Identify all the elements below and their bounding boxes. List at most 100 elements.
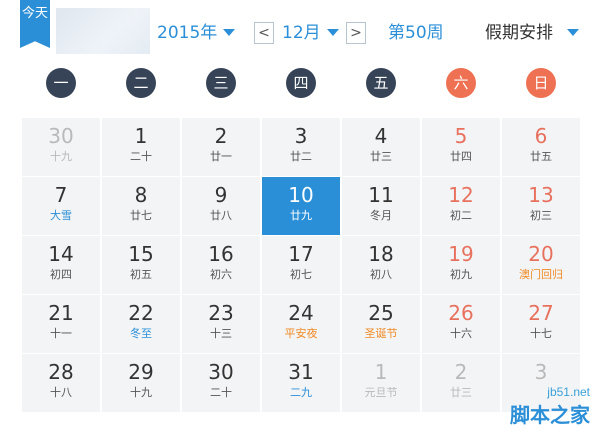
chevron-down-icon: [223, 28, 236, 36]
lunar-label: 廿二: [290, 150, 312, 163]
watermark-url: jb51.net: [547, 385, 590, 399]
day-cell[interactable]: 5 廿四: [422, 118, 500, 176]
lunar-label: 初二: [450, 209, 472, 222]
calendar-header: 今天 2015年 < 12月 > 第50周 假期安排: [0, 0, 600, 64]
day-number: 1: [374, 360, 388, 384]
lunar-label: 初九: [450, 268, 472, 281]
day-cell[interactable]: 31 二九: [262, 354, 340, 412]
day-number: 1: [134, 124, 148, 148]
day-cell[interactable]: 28 十八: [22, 354, 100, 412]
day-cell[interactable]: 24 平安夜: [262, 295, 340, 353]
day-cell[interactable]: 30 二十: [182, 354, 260, 412]
weekday-monday: 一: [46, 68, 76, 98]
day-number: 29: [128, 360, 154, 384]
month-selector[interactable]: 12月: [282, 22, 339, 44]
lunar-label: 十三: [210, 327, 232, 340]
day-number: 16: [208, 242, 234, 266]
day-number: 10: [288, 183, 314, 207]
month-label: 12月: [282, 23, 321, 43]
lunar-label: 十九: [130, 386, 152, 399]
lunar-label: 平安夜: [284, 327, 318, 340]
day-cell[interactable]: 20 澳门回归: [502, 236, 580, 294]
watermark-text: 脚本之家: [510, 403, 590, 427]
day-cell[interactable]: 18 初八: [342, 236, 420, 294]
lunar-label: 十六: [450, 327, 472, 340]
lunar-label: 初四: [50, 268, 72, 281]
day-cell[interactable]: 21 十一: [22, 295, 100, 353]
day-cell[interactable]: 23 十三: [182, 295, 260, 353]
day-cell[interactable]: 16 初六: [182, 236, 260, 294]
day-cell[interactable]: 17 初七: [262, 236, 340, 294]
lunar-label: 初七: [290, 268, 312, 281]
today-button[interactable]: 今天: [20, 0, 50, 48]
lunar-label: 澳门回归: [519, 268, 563, 281]
day-number: 8: [134, 183, 148, 207]
lunar-label: 初三: [530, 209, 552, 222]
weekday-wednesday: 三: [206, 68, 236, 98]
lunar-label: 圣诞节: [364, 327, 398, 340]
day-number: 21: [48, 301, 74, 325]
day-number: 2: [214, 124, 228, 148]
day-cell[interactable]: 14 初四: [22, 236, 100, 294]
day-number: 15: [128, 242, 154, 266]
day-cell[interactable]: 22 冬至: [102, 295, 180, 353]
lunar-label: 廿四: [450, 150, 472, 163]
lunar-label: 元旦节: [364, 386, 398, 399]
calendar-grid: 30 十九 1 二十 2 廿一 3 廿二 4 廿三 5 廿四 6 廿五 7 大雪 8 廿七 9 廿八 10 廿九 11 冬月 1…: [22, 118, 582, 414]
holiday-label: 假期安排: [485, 23, 553, 43]
year-selector[interactable]: 2015年: [157, 22, 236, 44]
holiday-schedule-selector[interactable]: 假期安排: [485, 22, 579, 44]
day-cell[interactable]: 1 二十: [102, 118, 180, 176]
day-number: 24: [288, 301, 314, 325]
day-cell[interactable]: 13 初三: [502, 177, 580, 235]
day-number: 9: [214, 183, 228, 207]
lunar-label: 十九: [50, 150, 72, 163]
lunar-label: 冬至: [130, 327, 152, 340]
lunar-label: 廿九: [290, 209, 312, 222]
previous-month-button[interactable]: <: [254, 22, 274, 44]
chevron-down-icon: [567, 28, 579, 36]
lunar-label: 初五: [130, 268, 152, 281]
day-number: 6: [534, 124, 548, 148]
next-month-button[interactable]: >: [346, 22, 366, 44]
day-cell[interactable]: 12 初二: [422, 177, 500, 235]
day-cell[interactable]: 4 廿三: [342, 118, 420, 176]
day-cell[interactable]: 7 大雪: [22, 177, 100, 235]
weekday-tuesday: 二: [126, 68, 156, 98]
day-number: 3: [534, 360, 548, 384]
weekday-header-row: 一 二 三 四 五 六 日: [22, 68, 582, 100]
day-cell[interactable]: 1 元旦节: [342, 354, 420, 412]
day-number: 11: [368, 183, 394, 207]
day-number: 13: [528, 183, 554, 207]
lunar-label: 二十: [130, 150, 152, 163]
weekday-thursday: 四: [286, 68, 316, 98]
day-cell[interactable]: 6 廿五: [502, 118, 580, 176]
day-cell[interactable]: 15 初五: [102, 236, 180, 294]
day-number: 2: [454, 360, 468, 384]
day-cell[interactable]: 30 十九: [22, 118, 100, 176]
day-number: 30: [208, 360, 234, 384]
day-number: 28: [48, 360, 74, 384]
day-cell[interactable]: 19 初九: [422, 236, 500, 294]
day-cell[interactable]: 9 廿八: [182, 177, 260, 235]
day-number: 7: [54, 183, 68, 207]
day-number: 20: [528, 242, 554, 266]
day-cell[interactable]: 11 冬月: [342, 177, 420, 235]
day-cell[interactable]: 2 廿一: [182, 118, 260, 176]
day-cell[interactable]: 29 十九: [102, 354, 180, 412]
day-number: 4: [374, 124, 388, 148]
day-cell[interactable]: 27 十七: [502, 295, 580, 353]
day-number: 30: [48, 124, 74, 148]
site-watermark: jb51.net 脚本之家: [472, 383, 594, 433]
day-cell[interactable]: 3 廿二: [262, 118, 340, 176]
day-cell[interactable]: 26 十六: [422, 295, 500, 353]
day-number: 17: [288, 242, 314, 266]
day-number: 12: [448, 183, 474, 207]
day-number: 3: [294, 124, 308, 148]
lunar-label: 廿七: [130, 209, 152, 222]
day-cell[interactable]: 25 圣诞节: [342, 295, 420, 353]
day-cell[interactable]: 8 廿七: [102, 177, 180, 235]
lunar-label: 廿一: [210, 150, 232, 163]
blurred-date-display: [56, 8, 150, 54]
day-cell-selected[interactable]: 10 廿九: [262, 177, 340, 235]
